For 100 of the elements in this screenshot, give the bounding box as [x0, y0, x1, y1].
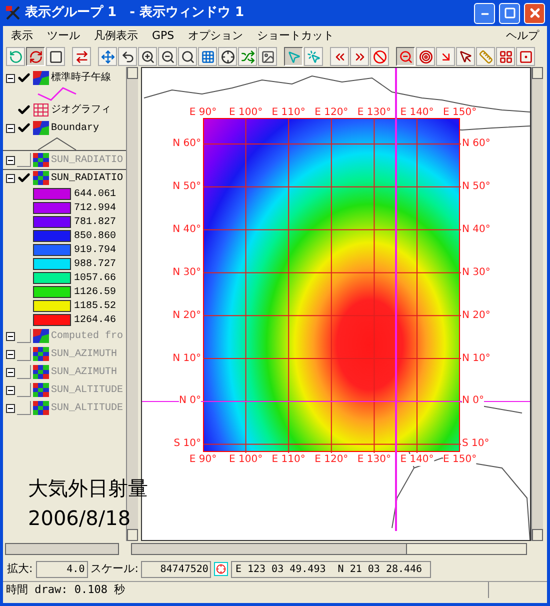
menu-item[interactable]: 表示 [7, 28, 37, 44]
layer-checkbox[interactable] [17, 329, 31, 343]
layer-name: Computed fro [51, 330, 124, 344]
toolbar-button[interactable] [284, 47, 303, 66]
layer-name: ジオグラフィ [51, 103, 111, 118]
close-button[interactable] [524, 2, 545, 24]
rotate-icon [8, 50, 22, 64]
toolbar-button[interactable] [26, 47, 45, 66]
maximize-button[interactable] [499, 2, 520, 24]
maximize-icon [504, 7, 516, 19]
toolbar-button[interactable] [258, 47, 277, 66]
pointer-icon [458, 50, 472, 64]
toolbar-button[interactable] [350, 47, 369, 66]
legend-value: 1264.46 [74, 314, 116, 328]
longitude-label: E 150° [443, 106, 477, 120]
minimize-button[interactable] [474, 2, 495, 24]
zoom-label: 拡大: [7, 560, 33, 577]
collapse-toggle[interactable] [6, 368, 15, 376]
app-icon [5, 5, 21, 21]
legend-value: 919.794 [74, 244, 116, 258]
layer-icon [33, 329, 49, 343]
toolbar-button[interactable] [330, 47, 349, 66]
layer-name: SUN_AZIMUTH [51, 348, 118, 362]
layer-checkbox[interactable] [17, 171, 31, 185]
legend-value: 712.994 [74, 202, 116, 216]
image-icon [260, 50, 274, 64]
shuffle-icon [240, 50, 254, 64]
zoom-in-icon [140, 50, 154, 64]
collapse-toggle[interactable] [6, 156, 15, 164]
layer-checkbox[interactable] [17, 383, 31, 397]
zoom-field[interactable]: 4.0 [36, 560, 88, 578]
grid-icon [33, 103, 49, 117]
map-horizontal-scrollbar[interactable] [131, 543, 527, 555]
layer-checkbox[interactable] [17, 401, 31, 415]
toolbar-button[interactable] [158, 47, 177, 66]
collapse-toggle[interactable] [6, 332, 15, 340]
toolbar-button[interactable] [396, 47, 415, 66]
collapse-toggle[interactable] [6, 350, 15, 358]
zoom-out-icon [398, 50, 412, 64]
toolbar-button[interactable] [118, 47, 137, 66]
collapse-toggle[interactable] [6, 124, 15, 132]
layer-row[interactable]: ジオグラフィ [3, 101, 126, 119]
toolbar-button[interactable] [178, 47, 197, 66]
menu-item[interactable]: オプション [184, 28, 248, 44]
layer-checkbox[interactable] [17, 347, 31, 361]
layer-row[interactable]: Boundary [3, 119, 126, 137]
collapse-toggle[interactable] [6, 404, 15, 412]
scale-field[interactable]: 84747520 [141, 560, 212, 578]
layer-horizontal-scrollbar[interactable] [5, 543, 119, 555]
layer-name: SUN_RADIATIO [51, 154, 124, 168]
menu-item[interactable]: 凡例表示 [90, 28, 142, 44]
layer-checkbox[interactable] [17, 153, 31, 167]
toolbar-button[interactable] [198, 47, 217, 66]
toolbar-button[interactable] [98, 47, 117, 66]
toolbar-button[interactable] [416, 47, 435, 66]
layer-icon [33, 121, 49, 135]
layer-checkbox[interactable] [17, 71, 31, 85]
legend-value: 1126.59 [74, 286, 116, 300]
layer-name: SUN_ALTITUDE [51, 402, 124, 416]
legend-value: 781.827 [74, 216, 116, 230]
menu-item[interactable]: ツール [43, 28, 84, 44]
status-text: 時間 draw: 0.108 秒 [6, 582, 126, 598]
layer-row[interactable]: SUN_RADIATIO [3, 169, 126, 187]
layer-checkbox[interactable] [17, 103, 31, 117]
toolbar-button[interactable] [496, 47, 515, 66]
latitude-label: N 10° [172, 352, 201, 364]
longitude-label: E 100° [229, 106, 263, 120]
layer-checkbox[interactable] [17, 365, 31, 379]
latitude-label: N 10° [462, 352, 490, 364]
target-icon [418, 50, 432, 64]
toolbar-button[interactable] [218, 47, 237, 66]
toolbar-button[interactable] [456, 47, 475, 66]
legend-value: 1057.66 [74, 272, 116, 286]
coordinates-field: E 123 03 49.493 N 21 03 28.446 [231, 560, 432, 578]
longitude-label: E 130° [357, 106, 391, 120]
toolbar-button[interactable] [46, 47, 65, 66]
toolbar-button[interactable] [516, 47, 535, 66]
layer-icon [33, 71, 49, 85]
toolbar-button[interactable] [138, 47, 157, 66]
crosshair-icon [220, 50, 234, 64]
layer-row[interactable]: 標準時子午線 [3, 69, 126, 87]
menu-item[interactable]: ショートカット [253, 28, 338, 44]
menu-item[interactable]: GPS [148, 28, 178, 44]
crosshair-icon[interactable] [214, 562, 228, 576]
layer-checkbox[interactable] [17, 121, 31, 135]
collapse-toggle[interactable] [6, 174, 15, 182]
legend-value: 1185.52 [74, 300, 116, 314]
toolbar-button[interactable] [72, 47, 91, 66]
caption-date: 2006/8/18 [28, 505, 132, 532]
arrows-icon [74, 50, 88, 64]
prohibited-icon [372, 50, 386, 64]
layer-name: SUN_RADIATIO [51, 172, 124, 186]
checker-icon [33, 153, 49, 167]
collapse-toggle[interactable] [6, 74, 15, 82]
checker-icon [33, 401, 49, 415]
collapse-toggle[interactable] [6, 386, 15, 394]
map-scrollbar[interactable] [531, 67, 543, 541]
longitude-label: E 90° [189, 106, 217, 120]
help-menu[interactable]: ヘルプ [502, 28, 543, 44]
longitude-label: E 150° [443, 454, 477, 466]
